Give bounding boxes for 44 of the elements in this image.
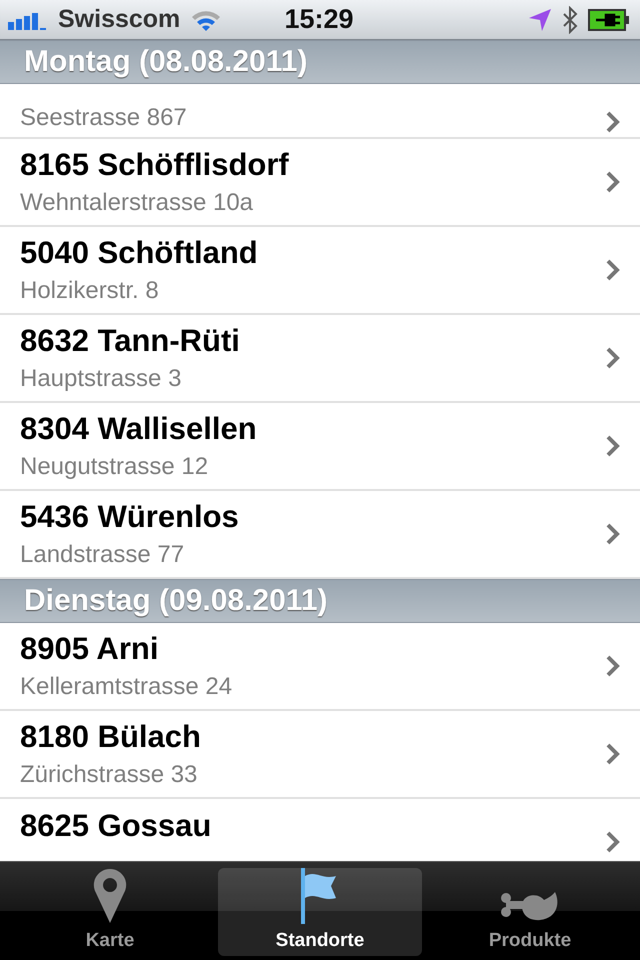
- location-row[interactable]: Seestrasse 867: [0, 84, 640, 139]
- section-header: Dienstag (09.08.2011): [0, 579, 640, 623]
- location-title: 8632 Tann-Rüti: [20, 322, 240, 360]
- chevron-icon: [606, 523, 620, 545]
- chevron-icon: [606, 259, 620, 281]
- chevron-icon: [606, 655, 620, 677]
- location-address: Seestrasse 867: [20, 103, 187, 133]
- tab[interactable]: Produkte: [428, 868, 632, 956]
- location-row[interactable]: 8304 Wallisellen Neugutstrasse 12: [0, 403, 640, 491]
- location-title: 8304 Wallisellen: [20, 410, 257, 448]
- location-address: Neugutstrasse 12: [20, 452, 210, 482]
- location-address: Wehntalerstrasse 10a: [20, 188, 254, 218]
- map-pin-icon: [93, 868, 127, 924]
- chevron-icon: [606, 831, 620, 853]
- location-row[interactable]: 8165 Schöfflisdorf Wehntalerstrasse 10a: [0, 139, 640, 227]
- location-title: 8625 Gossau: [20, 807, 212, 845]
- location-address: Hauptstrasse 3: [20, 364, 182, 394]
- chevron-icon: [606, 435, 620, 457]
- location-address: Kelleramtstrasse 24: [20, 672, 232, 702]
- location-title: 8180 Bülach: [20, 718, 201, 756]
- location-title: 8165 Schöfflisdorf: [20, 146, 289, 184]
- location-row[interactable]: 5040 Schöftland Holzikerstr. 8: [0, 227, 640, 315]
- chevron-icon: [606, 743, 620, 765]
- location-title: 8905 Arni: [20, 630, 160, 668]
- location-address: Landstrasse 77: [20, 540, 186, 570]
- tab[interactable]: Standorte: [218, 868, 422, 956]
- bluetooth-icon: [562, 6, 578, 34]
- location-address: Holzikerstr. 8: [20, 276, 160, 306]
- clock: 15:29: [284, 4, 354, 35]
- location-row[interactable]: 8632 Tann-Rüti Hauptstrasse 3: [0, 315, 640, 403]
- location-arrow-icon: [528, 8, 552, 32]
- location-address: Zürichstrasse 33: [20, 760, 198, 790]
- chevron-icon: [606, 171, 620, 193]
- battery-icon: [588, 8, 630, 30]
- location-title: 5040 Schöftland: [20, 234, 258, 272]
- chevron-icon: [606, 111, 620, 133]
- tab[interactable]: Karte: [8, 868, 212, 956]
- location-row[interactable]: 8180 Bülach Zürichstrasse 33: [0, 711, 640, 799]
- chevron-icon: [606, 347, 620, 369]
- location-row[interactable]: 8905 Arni Kelleramtstrasse 24: [0, 623, 640, 711]
- location-title: 5436 Würenlos: [20, 498, 239, 536]
- carrier-name: Swisscom: [58, 5, 180, 34]
- section-header: Montag (08.08.2011): [0, 40, 640, 84]
- location-row[interactable]: 8625 Gossau: [0, 799, 640, 861]
